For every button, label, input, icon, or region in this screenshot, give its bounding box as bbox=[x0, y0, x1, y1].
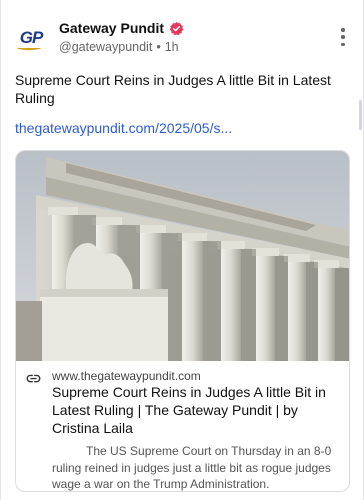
avatar[interactable]: GP bbox=[15, 22, 47, 54]
more-vertical-icon[interactable] bbox=[339, 28, 347, 46]
preview-image bbox=[16, 151, 349, 361]
preview-domain: www.thegatewaypundit.com bbox=[52, 369, 201, 383]
name-row: Gateway Pundit bbox=[59, 20, 184, 36]
preview-body: www.thegatewaypundit.com Supreme Court R… bbox=[16, 361, 349, 491]
link-preview-card[interactable]: www.thegatewaypundit.com Supreme Court R… bbox=[15, 150, 350, 492]
handle[interactable]: @gatewaypundit bbox=[59, 40, 152, 54]
link-icon bbox=[26, 374, 41, 383]
time-separator: • bbox=[156, 40, 161, 54]
preview-description: The US Supreme Court on Thursday in an 8… bbox=[52, 444, 332, 491]
avatar-logo-text: GP bbox=[19, 28, 44, 47]
post-header: GP Gateway Pundit @gatewaypundit • 1h bbox=[15, 20, 351, 60]
post-card[interactable]: GP Gateway Pundit @gatewaypundit • 1h Su… bbox=[0, 0, 364, 500]
handle-row: @gatewaypundit • 1h bbox=[59, 40, 179, 54]
post-time: 1h bbox=[164, 40, 179, 54]
display-name[interactable]: Gateway Pundit bbox=[59, 20, 164, 36]
preview-title[interactable]: Supreme Court Reins in Judges A little B… bbox=[52, 383, 342, 437]
verified-badge-icon bbox=[169, 21, 184, 35]
post-link[interactable]: thegatewaypundit.com/2025/05/s... bbox=[15, 120, 232, 136]
avatar-swoosh bbox=[17, 46, 41, 50]
post-text: Supreme Court Reins in Judges A little B… bbox=[15, 72, 331, 106]
scrollbar[interactable] bbox=[359, 100, 362, 130]
